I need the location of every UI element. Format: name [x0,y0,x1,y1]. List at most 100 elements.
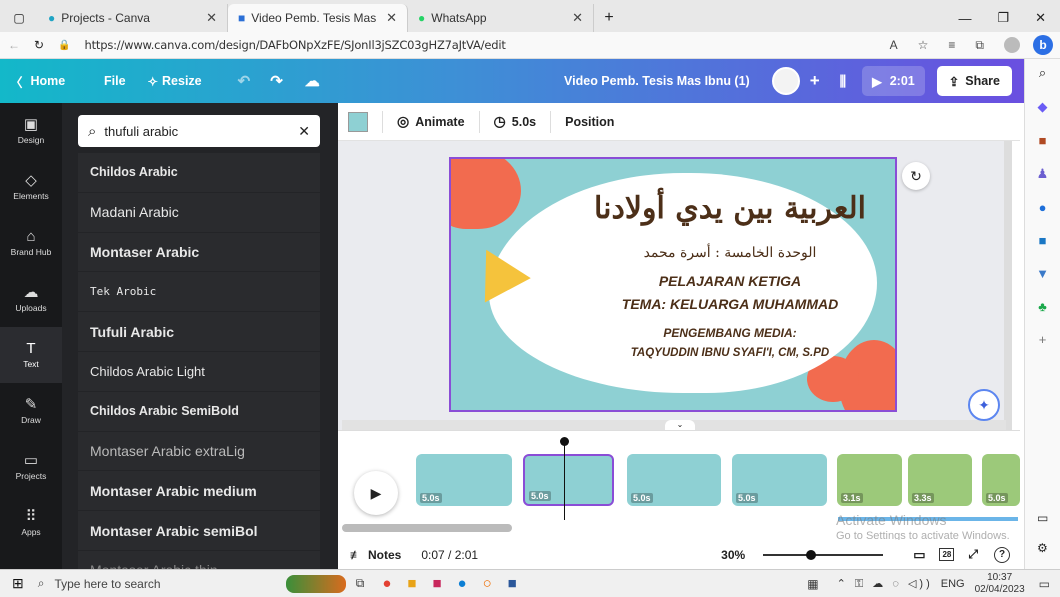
slide-canvas[interactable]: العربية بين يدي أولادنا الوحدة الخامسة :… [449,157,897,412]
background-color-swatch[interactable] [348,111,368,132]
page-thumbnail[interactable]: 3.1s [837,454,902,506]
clock[interactable]: 10:37 02/04/2023 [975,572,1025,596]
page-thumbnail[interactable]: 5.0s [732,454,827,506]
font-item[interactable]: Madani Arabic [78,192,320,233]
page-thumbnail-selected[interactable]: 5.0s [523,454,614,506]
resize-button[interactable]: ✧ Resize [148,74,202,89]
help-icon[interactable]: ? [994,546,1010,563]
zoom-slider-thumb[interactable] [806,549,817,560]
font-item[interactable]: Montaser Arabic medium [78,471,320,512]
rail-design[interactable]: ▣ Design [0,103,62,159]
windows-start-icon[interactable]: ⊞ [12,575,24,592]
read-aloud-icon[interactable]: A [890,38,898,52]
file-explorer-icon[interactable]: ■ [407,575,416,592]
magic-assistant-icon[interactable]: ✦ [968,389,1000,421]
rail-uploads[interactable]: ☁ Uploads [0,271,62,327]
font-item[interactable]: Montaser Arabic thin [78,550,320,569]
timeline-scrollbar[interactable] [342,524,512,532]
home-button[interactable]: 〈 Home [0,72,88,91]
zoom-slider[interactable] [763,549,884,560]
outlook-icon[interactable]: ■ [1039,233,1047,248]
vertical-scrollbar[interactable] [1004,141,1012,430]
rotate-icon[interactable]: ↻ [902,162,930,190]
collections-icon[interactable]: ⧉ [975,38,984,53]
playhead[interactable] [564,442,565,520]
edge-icon[interactable]: ● [458,575,467,592]
news-icon[interactable]: ▦ [807,577,818,591]
timeline-expand-icon[interactable]: ⌄ [665,420,695,430]
position-button[interactable]: Position [565,115,614,129]
font-item[interactable]: Montaser Arabic [78,232,320,273]
system-tray-icons[interactable]: ⌃ ⚿ ☁ ◌ ◁)) [837,577,933,591]
minimize-icon[interactable]: — [958,11,971,26]
share-button[interactable]: ⇪ Share [936,66,1012,96]
close-icon[interactable]: ✕ [206,10,217,26]
font-item[interactable]: Childos Arabic [78,153,320,193]
font-item[interactable]: Montaser Arabic semiBol [78,511,320,551]
page-thumbnail[interactable]: 3.3s [908,454,972,506]
rail-draw[interactable]: ✎ Draw [0,383,62,439]
new-tab-icon[interactable]: + [594,4,624,32]
font-search-input[interactable]: ⌕ thufuli arabic ✕ [78,115,320,147]
search-icon[interactable]: ⌕ [1039,65,1046,81]
duration-button[interactable]: ◷ 5.0s [494,113,537,130]
tab-whatsapp[interactable]: ● WhatsApp ✕ [408,4,594,32]
font-item[interactable]: Tek Arobic [78,272,320,313]
send-icon[interactable]: ▼ [1036,266,1049,281]
zoom-level[interactable]: 30% [721,548,745,562]
tag-icon[interactable]: ◆ [1038,99,1048,115]
undo-icon[interactable]: ↶ [238,72,251,90]
close-icon[interactable]: ✕ [386,10,397,26]
font-item[interactable]: Childos Arabic SemiBold [78,391,320,432]
chrome-icon[interactable]: ● [382,575,391,592]
add-collaborator-icon[interactable]: + [810,71,820,91]
rail-elements[interactable]: ◇ Elements [0,159,62,215]
fullscreen-icon[interactable]: ⤢ [968,547,978,562]
font-item[interactable]: Childos Arabic Light [78,351,320,392]
back-icon[interactable]: ← [8,38,20,52]
settings-icon[interactable]: ⚙ [1037,541,1048,555]
favorite-icon[interactable]: ☆ [918,38,929,52]
animate-button[interactable]: ◎ Animate [397,113,465,130]
cloud-sync-icon[interactable]: ☁ [305,72,320,90]
clear-icon[interactable]: ✕ [298,123,310,140]
notes-button[interactable]: ≢ Notes [350,548,401,562]
refresh-icon[interactable]: ↻ [34,38,44,52]
word-icon[interactable]: ■ [508,575,517,592]
task-view-icon[interactable]: ⧉ [356,576,365,591]
tab-video[interactable]: ■ Video Pemb. Tesis Mas Ibnu (1) - ✕ [228,4,408,32]
play-button[interactable]: ▶ [354,471,398,515]
font-item[interactable]: Montaser Arabic extraLig [78,431,320,472]
tab-actions-icon[interactable]: ▢ [0,4,38,32]
insights-icon[interactable]: ⫼ [840,73,846,90]
add-icon[interactable]: + [1039,332,1047,347]
rail-projects[interactable]: ▭ Projects [0,439,62,495]
font-item[interactable]: Tufuli Arabic [78,312,320,352]
favorites-bar-icon[interactable]: ≡ [948,38,955,52]
notification-icon[interactable]: ▭ [1039,577,1050,591]
close-icon[interactable]: ✕ [572,10,583,26]
tree-icon[interactable]: ♣ [1038,299,1047,314]
sidebar-toggle-icon[interactable]: ▭ [1037,511,1048,525]
avatar[interactable] [771,67,800,95]
rail-apps[interactable]: ⠿ Apps [0,495,62,551]
app-icon[interactable]: ■ [432,575,441,592]
taskbar-search[interactable]: ⌕ Type here to search [38,571,234,597]
design-title[interactable]: Video Pemb. Tesis Mas Ibnu (1) [564,74,750,88]
page-thumbnail[interactable]: 5.0s [982,454,1020,506]
restore-icon[interactable]: ❐ [997,10,1009,26]
tab-projects[interactable]: ● Projects - Canva ✕ [38,4,228,32]
rail-text[interactable]: T Text [0,327,62,383]
grid-view-icon[interactable]: ▭ [913,547,925,563]
office-icon[interactable]: ● [1039,200,1047,215]
page-thumbnail[interactable]: 5.0s [416,454,512,506]
profile-icon[interactable] [1004,37,1020,53]
page-count[interactable]: 28 [939,548,955,561]
rail-brand-hub[interactable]: ⌂ Brand Hub [0,215,62,271]
present-button[interactable]: ▶ 2:01 [862,66,925,96]
redo-icon[interactable]: ↷ [270,72,283,90]
bing-icon[interactable]: b [1033,35,1053,55]
playhead-handle[interactable] [560,437,569,446]
search-app-icon[interactable]: ○ [483,575,492,592]
url-field[interactable]: https://www.canva.com/design/DAFbONpXzFE… [85,38,506,52]
